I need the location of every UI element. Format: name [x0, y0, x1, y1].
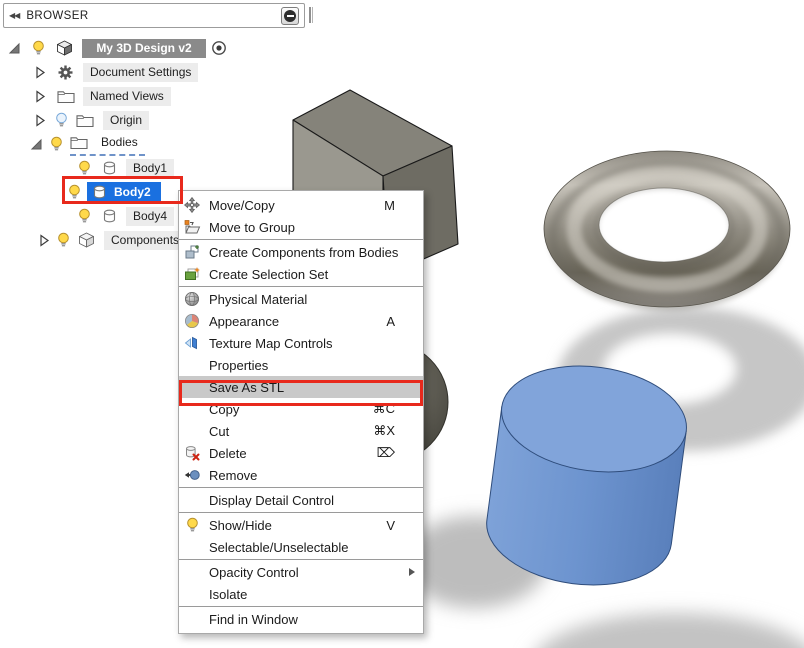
torus-body[interactable] — [544, 151, 790, 307]
context-menu: Move/Copy M Move to Group Create Compone… — [178, 190, 424, 634]
menu-item-display-detail-control[interactable]: Display Detail Control — [179, 489, 423, 511]
no-icon — [183, 539, 201, 556]
tree-label-document-settings[interactable]: Document Settings — [83, 63, 198, 82]
visibility-bulb-icon[interactable] — [78, 160, 91, 177]
browser-panel-header: ◀◀ BROWSER — [3, 3, 305, 28]
tree-label-named-views[interactable]: Named Views — [83, 87, 171, 106]
menu-item-appearance[interactable]: Appearance A — [179, 310, 423, 332]
menu-separator — [179, 559, 423, 560]
no-icon — [183, 611, 201, 628]
body-cylinder-icon — [91, 184, 108, 200]
move-copy-icon — [183, 197, 201, 214]
appearance-icon — [183, 313, 201, 330]
no-icon — [183, 423, 201, 440]
activate-radio-icon[interactable] — [211, 40, 227, 56]
create-components-icon — [183, 244, 201, 261]
cylinder-shadow — [530, 613, 804, 648]
folder-icon — [76, 113, 94, 128]
gear-icon — [57, 64, 74, 81]
visibility-bulb-off-icon[interactable] — [55, 112, 68, 129]
menu-separator — [179, 606, 423, 607]
minus-circle-icon — [284, 10, 296, 22]
tree-label-components[interactable]: Components — [104, 231, 186, 250]
expanded-caret-icon[interactable] — [30, 138, 43, 151]
menu-item-find-in-window[interactable]: Find in Window — [179, 608, 423, 630]
menu-separator — [179, 239, 423, 240]
physical-material-icon — [183, 291, 201, 308]
visibility-bulb-icon[interactable] — [57, 232, 70, 249]
menu-item-copy[interactable]: Copy ⌘C — [179, 398, 423, 420]
menu-item-move-to-group[interactable]: Move to Group — [179, 216, 423, 238]
menu-item-save-as-stl[interactable]: Save As STL — [179, 376, 423, 398]
menu-item-move-copy[interactable]: Move/Copy M — [179, 194, 423, 216]
tree-row-components[interactable]: Components — [0, 228, 186, 252]
no-icon — [183, 401, 201, 418]
menu-item-physical-material[interactable]: Physical Material — [179, 288, 423, 310]
move-to-group-icon — [183, 219, 201, 236]
body-cylinder-icon — [101, 208, 118, 224]
delete-icon — [183, 445, 201, 462]
collapsed-caret-icon[interactable] — [34, 114, 47, 127]
menu-item-selectable-unselectable[interactable]: Selectable/Unselectable — [179, 536, 423, 558]
visibility-bulb-icon[interactable] — [32, 40, 45, 57]
body-cylinder-icon — [101, 160, 118, 176]
no-icon — [183, 564, 201, 581]
menu-item-delete[interactable]: Delete ⌦ — [179, 442, 423, 464]
tree-label-body2[interactable]: Body2 — [108, 183, 153, 202]
folder-icon — [70, 135, 88, 150]
tree-label-origin[interactable]: Origin — [103, 111, 149, 130]
collapse-arrows-icon[interactable]: ◀◀ — [9, 11, 19, 20]
collapsed-caret-icon[interactable] — [34, 90, 47, 103]
no-icon — [183, 492, 201, 509]
selected-row-highlight[interactable]: Body2 — [87, 182, 161, 203]
no-icon — [183, 586, 201, 603]
menu-item-show-hide[interactable]: Show/Hide V — [179, 514, 423, 536]
menu-separator — [179, 512, 423, 513]
expanded-caret-icon[interactable] — [8, 42, 21, 55]
bodies-drop-target: Bodies — [70, 133, 145, 156]
collapsed-caret-icon[interactable] — [38, 234, 51, 247]
tree-row-body4[interactable]: Body4 — [0, 204, 174, 228]
tree-row-named-views[interactable]: Named Views — [0, 84, 171, 108]
component-icon — [56, 40, 73, 56]
panel-resize-handle[interactable] — [309, 7, 313, 23]
menu-item-properties[interactable]: Properties — [179, 354, 423, 376]
texture-map-icon — [183, 335, 201, 352]
tree-label-body1[interactable]: Body1 — [126, 159, 174, 178]
visibility-bulb-icon[interactable] — [50, 136, 63, 153]
minimize-panel-button[interactable] — [281, 7, 299, 25]
no-icon — [183, 357, 201, 374]
tree-row-document-settings[interactable]: Document Settings — [0, 60, 198, 84]
visibility-bulb-icon[interactable] — [68, 184, 81, 201]
menu-item-texture-map-controls[interactable]: Texture Map Controls — [179, 332, 423, 354]
tree-label-root[interactable]: My 3D Design v2 — [82, 39, 206, 58]
menu-item-remove[interactable]: Remove — [179, 464, 423, 486]
tree-label-body4[interactable]: Body4 — [126, 207, 174, 226]
bulb-icon — [183, 517, 201, 534]
browser-panel-title: BROWSER — [26, 10, 88, 22]
folder-icon — [57, 89, 75, 104]
remove-icon — [183, 467, 201, 484]
menu-item-opacity-control[interactable]: Opacity Control — [179, 561, 423, 583]
menu-item-create-selection-set[interactable]: Create Selection Set — [179, 263, 423, 285]
menu-separator — [179, 487, 423, 488]
tree-row-root[interactable]: My 3D Design v2 — [0, 36, 227, 60]
submenu-arrow-icon — [409, 568, 415, 576]
components-cube-icon — [78, 232, 95, 248]
tree-row-bodies[interactable]: Bodies — [0, 132, 145, 156]
menu-item-cut[interactable]: Cut ⌘X — [179, 420, 423, 442]
cylinder-body[interactable] — [480, 355, 693, 595]
tree-row-origin[interactable]: Origin — [0, 108, 149, 132]
menu-separator — [179, 286, 423, 287]
no-icon — [183, 379, 201, 396]
visibility-bulb-icon[interactable] — [78, 208, 91, 225]
menu-item-isolate[interactable]: Isolate — [179, 583, 423, 605]
tree-row-body1[interactable]: Body1 — [0, 156, 174, 180]
fusion360-window: ◀◀ BROWSER My 3D Design v2 Document Sett… — [0, 0, 804, 648]
tree-row-body2[interactable]: Body2 — [0, 180, 161, 204]
tree-label-bodies[interactable]: Bodies — [94, 133, 145, 152]
menu-item-create-components-from-bodies[interactable]: Create Components from Bodies — [179, 241, 423, 263]
selection-set-icon — [183, 266, 201, 283]
collapsed-caret-icon[interactable] — [34, 66, 47, 79]
